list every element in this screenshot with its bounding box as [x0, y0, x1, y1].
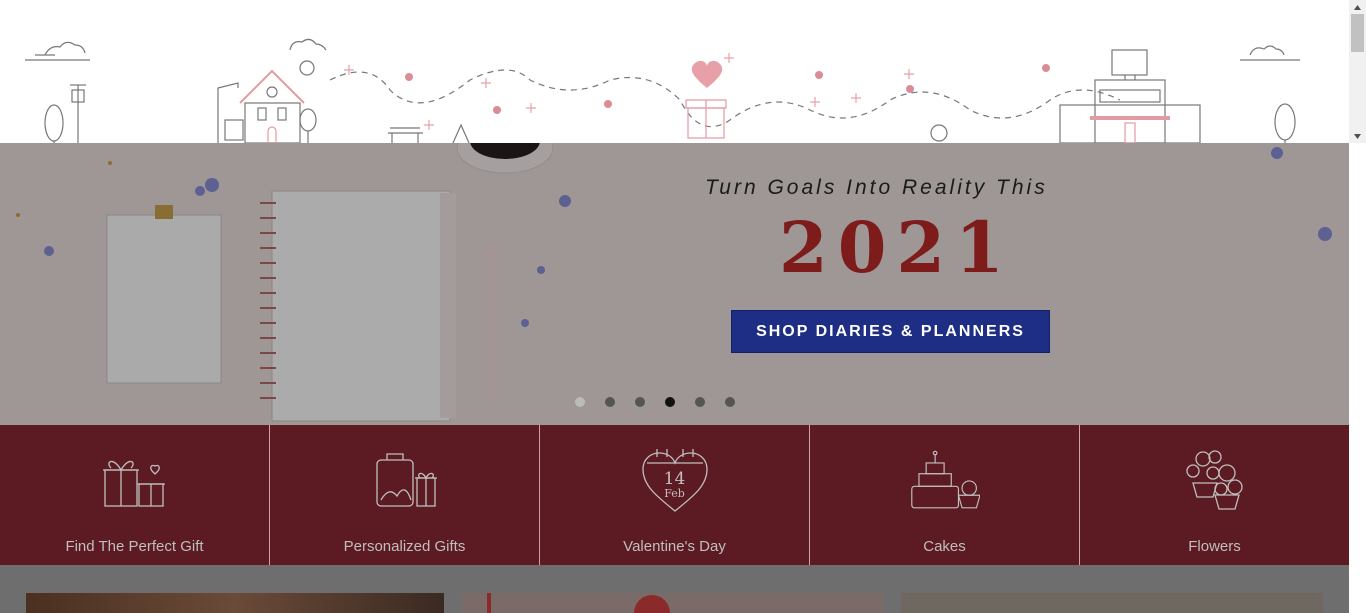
flower-bouquet-icon — [1180, 445, 1250, 515]
category-cakes[interactable]: Cakes — [810, 425, 1080, 565]
scroll-down-arrow-icon[interactable] — [1349, 129, 1366, 143]
product-thumbnail-2[interactable] — [462, 593, 883, 613]
cake-icon — [910, 445, 980, 515]
calendar-month-text: Feb — [664, 487, 685, 500]
category-personalized-gifts[interactable]: Personalized Gifts — [270, 425, 540, 565]
flower-image — [487, 593, 670, 613]
category-valentines-day[interactable]: 14 Feb Valentine's Day — [540, 425, 810, 565]
category-label: Valentine's Day — [623, 538, 726, 555]
gift-boxes-icon — [100, 445, 170, 515]
banner-year: 2021 — [779, 206, 1014, 289]
carousel-dot-1[interactable] — [575, 397, 585, 407]
product-thumbnail-1[interactable] — [26, 593, 444, 613]
carousel-dot-5[interactable] — [695, 397, 705, 407]
page: Turn Goals Into Reality This 2021 SHOP D… — [0, 0, 1366, 613]
category-label: Find The Perfect Gift — [65, 538, 204, 555]
calendar-day-text: 14 — [663, 469, 686, 489]
carousel-dots — [575, 397, 735, 407]
shop-diaries-planners-button[interactable]: SHOP DIARIES & PLANNERS — [731, 310, 1050, 353]
category-flowers[interactable]: Flowers — [1080, 425, 1349, 565]
vertical-scrollbar[interactable] — [1349, 0, 1366, 143]
product-thumbnail-3[interactable] — [901, 593, 1323, 613]
category-label: Personalized Gifts — [343, 538, 466, 555]
scroll-up-arrow-icon[interactable] — [1349, 0, 1366, 14]
promo-banner[interactable]: Turn Goals Into Reality This 2021 SHOP D… — [0, 143, 1349, 425]
town-skyline-illustration — [25, 38, 1300, 143]
carousel-dot-6[interactable] — [725, 397, 735, 407]
personalized-bag-icon — [370, 445, 440, 515]
hero-illustration — [0, 0, 1349, 143]
carousel-dot-4-active[interactable] — [665, 397, 675, 407]
scrollbar-thumb[interactable] — [1351, 14, 1364, 52]
calendar-heart-icon: 14 Feb — [640, 445, 710, 515]
carousel-dot-2[interactable] — [605, 397, 615, 407]
category-find-perfect-gift[interactable]: Find The Perfect Gift — [0, 425, 270, 565]
category-label: Flowers — [1188, 538, 1241, 555]
category-bar: Find The Perfect Gift Personalized Gifts… — [0, 425, 1349, 565]
carousel-dot-3[interactable] — [635, 397, 645, 407]
banner-tagline: Turn Goals Into Reality This — [705, 176, 1048, 199]
products-section — [0, 565, 1349, 613]
category-label: Cakes — [923, 538, 966, 555]
banner-background-image — [0, 143, 1349, 425]
